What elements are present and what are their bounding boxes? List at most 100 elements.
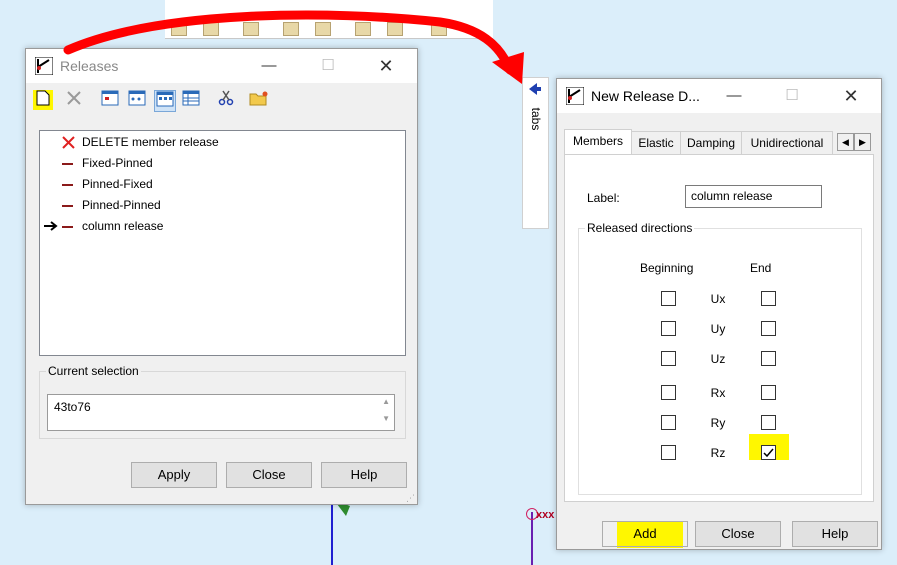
app-icon xyxy=(566,87,584,105)
new-release-dialog: New Release D... — ☐ ✕ Members Elastic D… xyxy=(556,78,882,550)
minimize-button[interactable]: — xyxy=(258,55,280,77)
toolbar-icon[interactable] xyxy=(387,22,403,36)
scissors-icon xyxy=(218,90,234,106)
toolbar-icon[interactable] xyxy=(315,22,331,36)
release-dash-icon xyxy=(62,163,73,165)
uy-end-checkbox[interactable] xyxy=(761,321,776,336)
delete-release-button[interactable] xyxy=(64,90,84,110)
grid-icon xyxy=(156,91,174,107)
tab-elastic[interactable]: Elastic xyxy=(631,131,681,154)
side-tab-label: tabs xyxy=(529,107,543,131)
label-input-value: column release xyxy=(691,189,773,203)
uz-beginning-checkbox[interactable] xyxy=(661,351,676,366)
window-title: Releases xyxy=(60,58,119,74)
list-item-label: column release xyxy=(82,219,164,233)
help-button[interactable]: Help xyxy=(792,521,878,547)
direction-label: Uz xyxy=(710,352,726,366)
table-icon xyxy=(101,90,119,106)
maximize-button[interactable]: ☐ xyxy=(781,85,803,107)
uz-end-checkbox[interactable] xyxy=(761,351,776,366)
direction-label: Ux xyxy=(710,292,726,306)
side-tab-strip[interactable]: tabs xyxy=(522,77,549,229)
toolbar-icon[interactable] xyxy=(431,22,447,36)
toolbar-icon[interactable] xyxy=(243,22,259,36)
tab-scroll-left-button[interactable]: ◀ xyxy=(837,133,854,151)
rz-beginning-checkbox[interactable] xyxy=(661,445,676,460)
tab-members[interactable]: Members xyxy=(564,129,632,154)
scroll-down-icon[interactable]: ▼ xyxy=(382,414,390,423)
tab-damping[interactable]: Damping xyxy=(680,131,742,154)
open-folder-button[interactable] xyxy=(249,90,269,110)
dialog-title: New Release D... xyxy=(591,88,700,104)
view-small-icons-button[interactable] xyxy=(127,90,147,110)
list-item-label: DELETE member release xyxy=(82,135,219,149)
ux-end-checkbox[interactable] xyxy=(761,291,776,306)
direction-label: Rx xyxy=(710,386,726,400)
tab-strip: Members Elastic Damping Unidirectional ◀… xyxy=(564,129,874,155)
list-item-label: Fixed-Pinned xyxy=(82,156,153,170)
current-selection-input[interactable]: 43to76 ▲ ▼ xyxy=(47,394,395,431)
toolbar-icon[interactable] xyxy=(171,22,187,36)
releases-titlebar[interactable]: Releases — ☐ ✕ xyxy=(26,49,417,83)
arrow-right-icon xyxy=(44,221,58,231)
toolbar-icon[interactable] xyxy=(203,22,219,36)
close-button[interactable]: Close xyxy=(695,521,781,547)
current-selection-label: Current selection xyxy=(46,364,141,378)
resize-grip-icon[interactable]: ⋰ xyxy=(406,493,415,504)
ux-beginning-checkbox[interactable] xyxy=(661,291,676,306)
checkmark-icon xyxy=(763,448,774,458)
help-button[interactable]: Help xyxy=(321,462,407,488)
new-release-button[interactable] xyxy=(33,90,53,110)
cut-button[interactable] xyxy=(216,90,236,110)
rx-end-checkbox[interactable] xyxy=(761,385,776,400)
view-list-button[interactable] xyxy=(100,90,120,110)
direction-label: Rz xyxy=(710,446,726,460)
list-item-label: Pinned-Fixed xyxy=(82,177,153,191)
app-icon xyxy=(35,57,53,75)
maximize-button[interactable]: ☐ xyxy=(317,55,339,77)
folder-icon xyxy=(249,91,268,106)
release-dash-icon xyxy=(62,184,73,186)
apply-button[interactable]: Apply xyxy=(131,462,217,488)
ry-end-checkbox[interactable] xyxy=(761,415,776,430)
list-item-label: Pinned-Pinned xyxy=(82,198,161,212)
beginning-header: Beginning xyxy=(640,261,694,275)
label-field-label: Label: xyxy=(587,191,620,205)
arrow-left-icon xyxy=(529,83,541,95)
table-icon xyxy=(182,90,200,106)
release-dash-icon xyxy=(62,226,73,228)
delete-icon xyxy=(67,91,81,105)
new-document-icon xyxy=(36,90,50,106)
direction-label: Ry xyxy=(710,416,726,430)
delete-x-icon xyxy=(62,136,75,149)
close-window-button[interactable]: ✕ xyxy=(375,55,397,77)
view-details-button[interactable] xyxy=(154,90,176,112)
toolbar-icon[interactable] xyxy=(355,22,371,36)
arrow-head-icon xyxy=(492,52,524,84)
releases-window: Releases — ☐ ✕ DELETE member release Fix… xyxy=(25,48,418,505)
dialog-titlebar[interactable]: New Release D... — ☐ ✕ xyxy=(557,79,881,113)
toolbar-icon[interactable] xyxy=(283,22,299,36)
rz-end-checkbox[interactable] xyxy=(761,445,776,460)
label-input[interactable]: column release xyxy=(685,185,822,208)
tab-scroll-right-button[interactable]: ▶ xyxy=(854,133,871,151)
app-toolbar-strip xyxy=(165,0,493,39)
release-dash-icon xyxy=(62,205,73,207)
uy-beginning-checkbox[interactable] xyxy=(661,321,676,336)
current-selection-value: 43to76 xyxy=(54,400,91,414)
scroll-up-icon[interactable]: ▲ xyxy=(382,397,390,406)
tab-unidirectional[interactable]: Unidirectional xyxy=(741,131,833,154)
close-button[interactable]: Close xyxy=(226,462,312,488)
members-tab-panel: Label: column release Released direction… xyxy=(564,154,874,502)
minimize-button[interactable]: — xyxy=(723,85,745,107)
canvas-label: xxx xyxy=(536,509,555,521)
rx-beginning-checkbox[interactable] xyxy=(661,385,676,400)
release-list[interactable]: DELETE member release Fixed-Pinned Pinne… xyxy=(39,130,406,356)
ry-beginning-checkbox[interactable] xyxy=(661,415,676,430)
releases-toolbar xyxy=(26,87,417,115)
add-button[interactable]: Add xyxy=(602,521,688,547)
close-window-button[interactable]: ✕ xyxy=(840,85,862,107)
table-icon xyxy=(128,90,146,106)
view-table-button[interactable] xyxy=(181,90,201,110)
direction-label: Uy xyxy=(710,322,726,336)
